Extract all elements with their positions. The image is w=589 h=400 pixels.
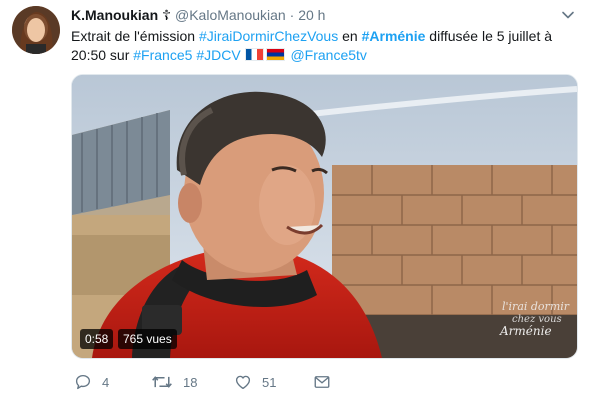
tweet-text-part: en	[338, 28, 362, 44]
mention-link[interactable]: @France5tv	[290, 47, 366, 63]
tweet-timestamp[interactable]: 20 h	[298, 7, 325, 23]
tweet-text: Extrait de l'émission #JiraiDormirChezVo…	[71, 27, 571, 65]
like-count: 51	[262, 374, 277, 390]
retweet-count: 18	[183, 374, 198, 390]
flag-france-icon	[244, 48, 264, 61]
reply-count: 4	[102, 374, 110, 390]
hashtag-link[interactable]: #JiraiDormirChezVous	[199, 28, 338, 44]
hashtag-link[interactable]: #Arménie	[362, 28, 426, 44]
reply-button[interactable]: 4	[74, 372, 109, 392]
watermark-line: l'irai dormir	[502, 300, 570, 313]
video-views-badge: 765 vues	[118, 329, 177, 349]
hashtag-link[interactable]: #France5	[133, 47, 192, 63]
retweet-button[interactable]: 18	[151, 372, 197, 392]
video-duration-badge: 0:58	[80, 329, 114, 349]
video-frame: l'irai dormir chez vous Arménie	[72, 75, 577, 358]
watermark-line: Arménie	[499, 324, 552, 338]
like-button[interactable]: 51	[234, 372, 276, 392]
tweet-header: K.Manoukian ☦ @KaloManoukian · 20 h	[71, 6, 325, 24]
avatar[interactable]	[12, 6, 60, 54]
flag-armenia-icon	[265, 48, 285, 61]
reply-icon	[75, 374, 91, 390]
direct-message-button[interactable]	[313, 372, 331, 392]
video-player[interactable]: l'irai dormir chez vous Arménie 0:58 765…	[71, 74, 578, 359]
heart-icon	[235, 375, 251, 390]
tweet-card[interactable]: K.Manoukian ☦ @KaloManoukian · 20 h Extr…	[0, 0, 589, 400]
retweet-icon	[152, 376, 172, 388]
author-handle[interactable]: @KaloManoukian	[175, 7, 286, 23]
envelope-icon	[314, 376, 330, 388]
separator: ·	[289, 7, 295, 23]
chevron-down-icon[interactable]	[561, 8, 575, 22]
hashtag-link[interactable]: #JDCV	[196, 47, 240, 63]
cross-icon: ☦	[162, 7, 172, 23]
author-name[interactable]: K.Manoukian	[71, 7, 158, 23]
tweet-text-part: Extrait de l'émission	[71, 28, 199, 44]
